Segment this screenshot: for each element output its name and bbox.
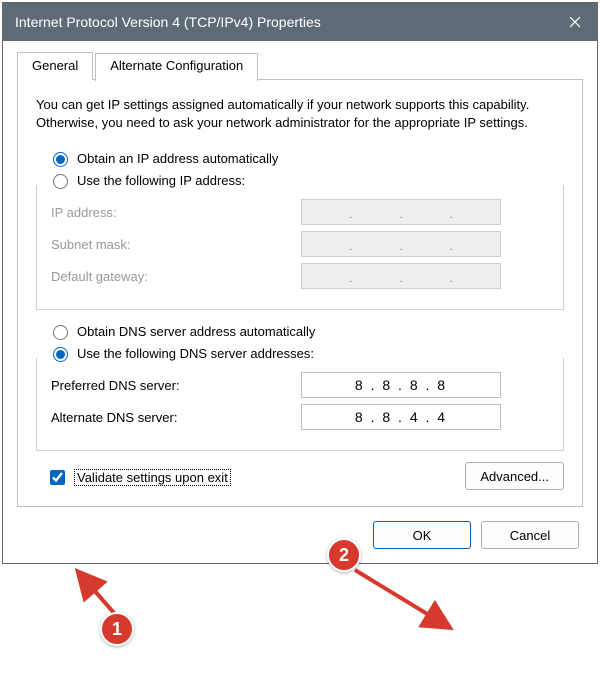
ip-address-input: ... [301,199,501,225]
radio-dns-auto-input[interactable] [53,325,68,340]
ip-address-label: IP address: [51,205,301,220]
radio-ip-auto-input[interactable] [53,152,68,167]
dns-group: Preferred DNS server: Alternate DNS serv… [36,358,564,451]
dialog-window: Internet Protocol Version 4 (TCP/IPv4) P… [2,2,598,564]
radio-ip-manual-label: Use the following IP address: [77,173,245,188]
annotation-arrow-1 [74,568,134,618]
default-gateway-label: Default gateway: [51,269,301,284]
dialog-body: General Alternate Configuration You can … [3,41,597,563]
ok-button[interactable]: OK [373,521,471,549]
radio-dns-auto-label: Obtain DNS server address automatically [77,324,315,339]
description-text: You can get IP settings assigned automat… [36,96,564,131]
title-bar: Internet Protocol Version 4 (TCP/IPv4) P… [3,3,597,41]
default-gateway-input: ... [301,263,501,289]
advanced-button[interactable]: Advanced... [465,462,564,490]
radio-ip-manual-input[interactable] [53,174,68,189]
tab-general[interactable]: General [17,52,93,80]
annotation-arrow-2 [349,564,459,634]
radio-dns-manual-label: Use the following DNS server addresses: [77,346,314,361]
radio-ip-auto-label: Obtain an IP address automatically [77,151,278,166]
alternate-dns-label: Alternate DNS server: [51,410,301,425]
validate-checkbox[interactable] [50,470,65,485]
radio-ip-auto[interactable]: Obtain an IP address automatically [48,149,564,167]
validate-label: Validate settings upon exit [74,469,231,486]
tab-content-general: You can get IP settings assigned automat… [17,80,583,507]
tab-strip: General Alternate Configuration [17,51,583,80]
subnet-mask-input: ... [301,231,501,257]
radio-dns-manual-input[interactable] [53,347,68,362]
radio-dns-auto[interactable]: Obtain DNS server address automatically [48,322,564,340]
ip-group: IP address: ... Subnet mask: ... Default… [36,185,564,310]
close-icon [569,16,581,28]
close-button[interactable] [553,3,597,41]
cancel-button[interactable]: Cancel [481,521,579,549]
alternate-dns-input[interactable] [301,404,501,430]
annotation-badge-2: 2 [327,538,361,572]
preferred-dns-input[interactable] [301,372,501,398]
dialog-footer: OK Cancel [17,521,583,549]
preferred-dns-label: Preferred DNS server: [51,378,301,393]
annotation-badge-1: 1 [100,612,134,646]
tab-alternate[interactable]: Alternate Configuration [95,53,258,81]
window-title: Internet Protocol Version 4 (TCP/IPv4) P… [15,14,553,30]
subnet-mask-label: Subnet mask: [51,237,301,252]
